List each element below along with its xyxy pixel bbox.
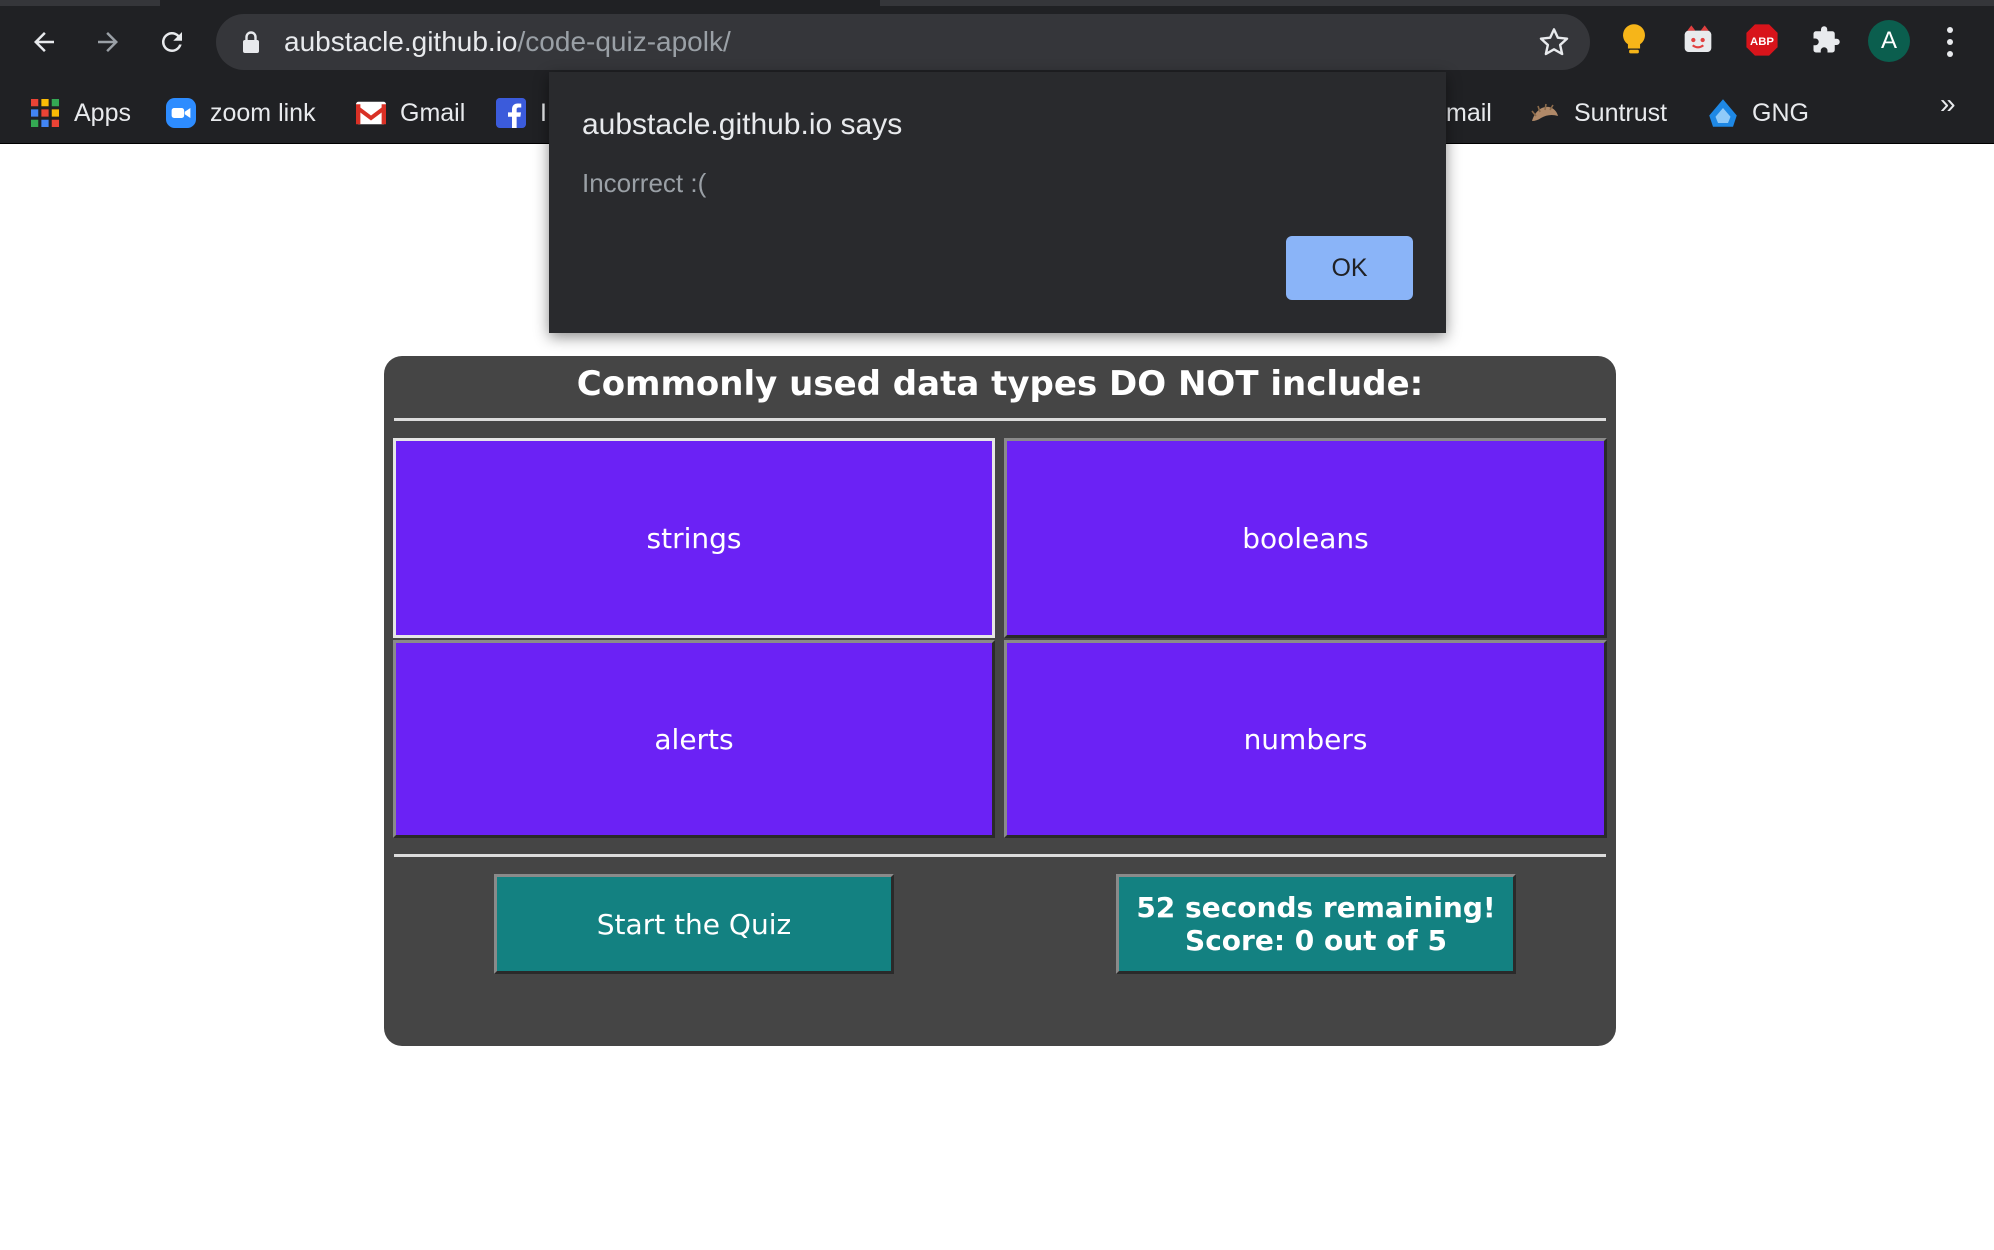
dialog-message: Incorrect :( <box>582 168 707 198</box>
start-quiz-button[interactable]: Start the Quiz <box>494 874 894 974</box>
bookmark-label: I <box>540 98 547 127</box>
bookmark-apps[interactable]: Apps <box>30 93 131 133</box>
timer-score-panel: 52 seconds remaining! Score: 0 out of 5 <box>1116 874 1516 974</box>
forward-button[interactable] <box>84 18 132 66</box>
answer-button-alerts[interactable]: alerts <box>393 640 995 838</box>
bookmark-label: zoom link <box>210 98 316 127</box>
answer-button-booleans[interactable]: booleans <box>1004 438 1607 638</box>
gng-icon <box>1708 98 1738 128</box>
reload-button[interactable] <box>148 18 196 66</box>
address-bar[interactable]: aubstacle.github.io/code-quiz-apolk/ <box>216 14 1590 70</box>
bookmark-label: GNG <box>1752 98 1809 127</box>
bookmarks-overflow-button[interactable]: » <box>1940 88 1956 120</box>
answer-button-strings[interactable]: strings <box>393 438 995 638</box>
bookmark-suntrust[interactable]: Suntrust <box>1530 93 1667 133</box>
reload-icon <box>161 31 182 52</box>
url-path: /code-quiz-apolk/ <box>517 26 731 57</box>
timer-text: 52 seconds remaining! <box>1136 891 1496 924</box>
bookmark-mail[interactable]: mail <box>1446 93 1492 133</box>
answer-button-numbers[interactable]: numbers <box>1004 640 1607 838</box>
svg-text:ABP: ABP <box>1750 36 1774 48</box>
bookmark-gng[interactable]: GNG <box>1708 93 1809 133</box>
bookmark-star-icon[interactable] <box>1538 26 1570 58</box>
back-button[interactable] <box>20 18 68 66</box>
bookmark-label: Gmail <box>400 98 466 127</box>
gmail-icon <box>356 98 386 128</box>
lock-icon <box>243 31 259 53</box>
zoom-icon <box>166 98 196 128</box>
alert-dialog: aubstacle.github.io says Incorrect :( OK <box>549 72 1446 333</box>
extensions-puzzle-icon[interactable] <box>1808 22 1844 58</box>
browser-menu-icon[interactable] <box>1944 22 1956 62</box>
facebook-icon <box>496 98 526 128</box>
back-arrow-icon <box>34 32 54 52</box>
divider-top <box>394 418 1606 421</box>
lightbulb-extension-icon[interactable] <box>1616 22 1652 58</box>
tab-strip <box>0 0 1994 6</box>
question-text: Commonly used data types DO NOT include: <box>576 364 1424 404</box>
quiz-card: Commonly used data types DO NOT include:… <box>384 356 1616 1046</box>
url-text: aubstacle.github.io/code-quiz-apolk/ <box>284 26 731 58</box>
apps-grid-icon <box>30 98 60 128</box>
bookmark-zoom-link[interactable]: zoom link <box>166 93 316 133</box>
bookmark-label: Apps <box>74 98 131 127</box>
adblock-plus-icon[interactable]: ABP <box>1744 22 1780 58</box>
suntrust-icon <box>1530 98 1560 128</box>
url-host: aubstacle.github.io <box>284 26 518 57</box>
browser-toolbar: aubstacle.github.io/code-quiz-apolk/ ABP… <box>0 0 1994 83</box>
dialog-ok-button[interactable]: OK <box>1286 236 1413 300</box>
active-tab[interactable] <box>160 0 880 6</box>
bookmark-label: mail <box>1446 98 1492 127</box>
score-text: Score: 0 out of 5 <box>1185 924 1447 957</box>
divider-bottom <box>394 854 1606 857</box>
forward-arrow-icon <box>98 32 118 52</box>
bookmark-gmail[interactable]: Gmail <box>356 93 465 133</box>
cat-extension-icon[interactable] <box>1680 22 1716 58</box>
bookmark-label: Suntrust <box>1574 98 1668 127</box>
profile-avatar[interactable]: A <box>1868 20 1910 62</box>
dialog-title: aubstacle.github.io says <box>582 108 903 141</box>
bookmark-facebook[interactable]: I <box>496 93 547 133</box>
start-quiz-label: Start the Quiz <box>596 907 792 941</box>
